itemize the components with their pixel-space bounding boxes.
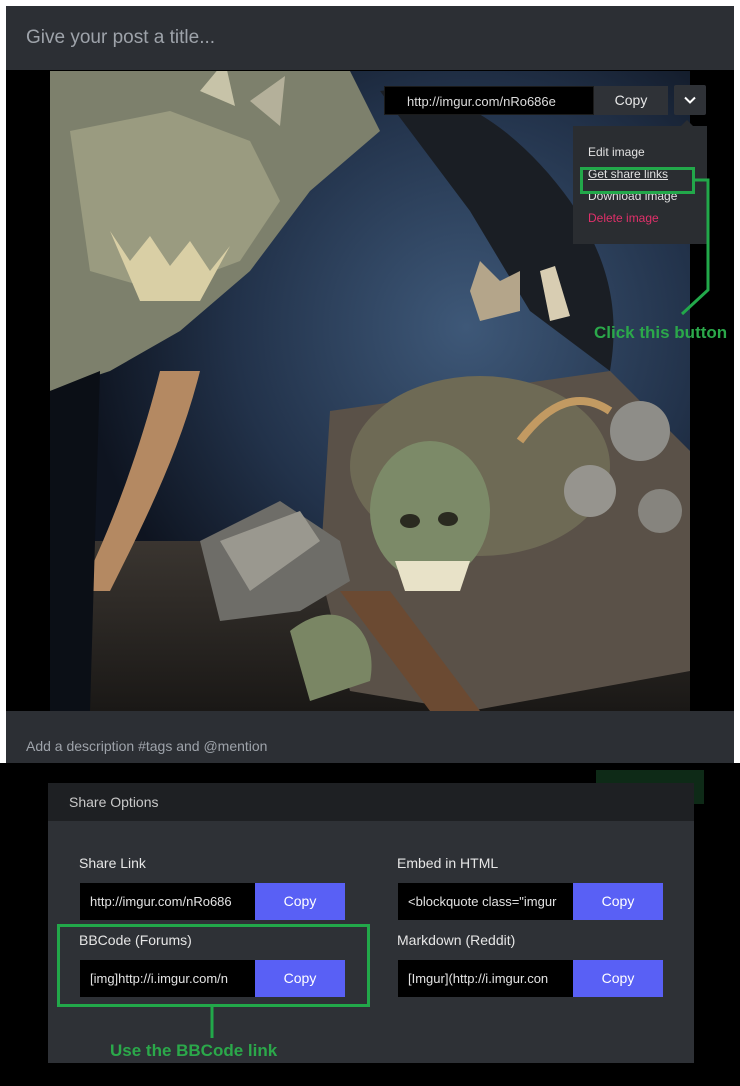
annotation-use-bbcode-link: Use the BBCode link — [110, 1041, 278, 1060]
chevron-down-icon — [684, 96, 696, 104]
markdown-field: [Imgur](http://i.imgur.con Copy — [398, 960, 663, 997]
embed-html-input[interactable]: <blockquote class="imgur — [398, 883, 573, 920]
modal-title: Share Options — [69, 794, 159, 810]
embed-html-label: Embed in HTML — [397, 855, 499, 871]
markdown-label: Markdown (Reddit) — [397, 932, 516, 948]
annotation-connector-line — [680, 178, 710, 316]
highlight-box-bbcode — [57, 924, 370, 1007]
share-link-field: http://imgur.com/nRo686 Copy — [80, 883, 345, 920]
menu-item-delete-image[interactable]: Delete image — [588, 211, 659, 225]
title-bar — [6, 6, 734, 70]
embed-html-field: <blockquote class="imgur Copy — [398, 883, 663, 920]
image-options-dropdown-button[interactable] — [674, 85, 706, 115]
embed-html-copy-button[interactable]: Copy — [573, 883, 663, 920]
description-bar[interactable]: Add a description #tags and @mention — [6, 711, 734, 763]
markdown-input[interactable]: [Imgur](http://i.imgur.con — [398, 960, 573, 997]
menu-item-edit-image[interactable]: Edit image — [588, 145, 645, 159]
annotation-connector-line-bbcode — [210, 1006, 214, 1038]
image-url-group: http://imgur.com/nRo686e Copy — [384, 86, 668, 115]
image-url-field[interactable]: http://imgur.com/nRo686e — [384, 86, 594, 115]
share-link-label: Share Link — [79, 855, 146, 871]
image-url-copy-button[interactable]: Copy — [594, 86, 668, 115]
post-editor: Add a description #tags and @mention — [6, 6, 734, 763]
annotation-click-this-button: Click this button — [594, 323, 728, 342]
markdown-copy-button[interactable]: Copy — [573, 960, 663, 997]
share-options-modal: Share Options Share Link http://imgur.co… — [48, 783, 694, 1063]
post-title-input[interactable] — [26, 24, 706, 52]
description-placeholder: Add a description #tags and @mention — [26, 738, 268, 754]
share-link-input[interactable]: http://imgur.com/nRo686 — [80, 883, 255, 920]
modal-header: Share Options — [48, 783, 694, 821]
share-link-copy-button[interactable]: Copy — [255, 883, 345, 920]
